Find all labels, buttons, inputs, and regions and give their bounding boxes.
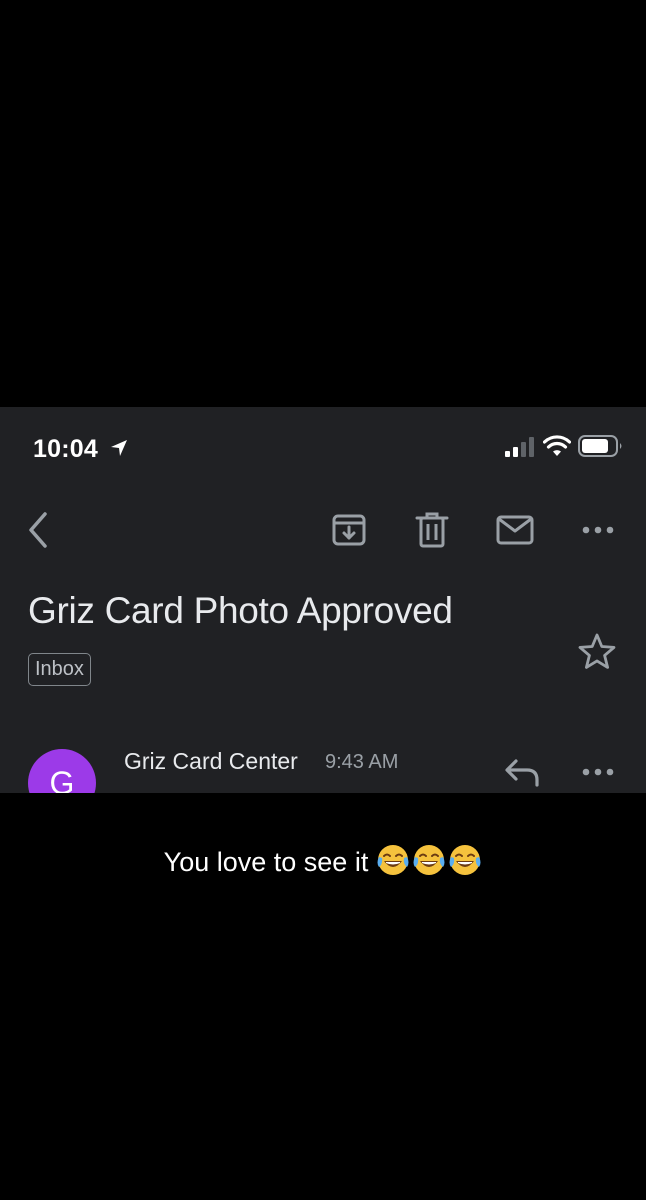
email-subject: Griz Card Photo Approved	[28, 590, 453, 631]
caption: You love to see it	[0, 843, 646, 884]
inbox-label-chip[interactable]: Inbox	[28, 653, 91, 686]
tears-of-joy-emoji-icon	[413, 845, 445, 875]
cellular-signal-icon	[505, 437, 534, 457]
mark-unread-button[interactable]	[495, 510, 535, 550]
tears-of-joy-emoji-icon	[377, 845, 409, 875]
wifi-icon	[543, 435, 571, 456]
battery-icon	[578, 435, 622, 457]
sender-avatar[interactable]: G	[28, 749, 96, 793]
message-time: 9:43 AM	[325, 751, 399, 773]
sender-name: Griz Card Center	[124, 748, 298, 774]
reply-button[interactable]	[503, 755, 543, 789]
trash-icon	[415, 512, 449, 548]
star-outline-icon[interactable]	[576, 631, 618, 673]
reply-icon	[505, 759, 539, 787]
delete-button[interactable]	[412, 510, 452, 550]
more-options-button[interactable]	[578, 510, 618, 550]
back-button[interactable]	[18, 510, 58, 550]
archive-button[interactable]	[329, 510, 369, 550]
more-horizontal-icon	[582, 526, 614, 534]
caption-text: You love to see it	[163, 847, 369, 877]
status-time: 10:04	[33, 435, 98, 463]
message-more-button[interactable]	[578, 757, 618, 787]
gmail-screenshot: 10:04 Griz Card Photo Approved Inbox G G…	[0, 407, 646, 793]
mail-icon	[496, 515, 534, 545]
tears-of-joy-emoji-icon	[449, 845, 481, 875]
archive-icon	[332, 514, 366, 546]
more-horizontal-icon	[582, 768, 614, 776]
caption-emojis	[374, 843, 482, 884]
chevron-left-icon	[29, 512, 47, 548]
location-arrow-icon	[111, 440, 127, 456]
post-frame: 10:04 Griz Card Photo Approved Inbox G G…	[0, 0, 646, 1200]
